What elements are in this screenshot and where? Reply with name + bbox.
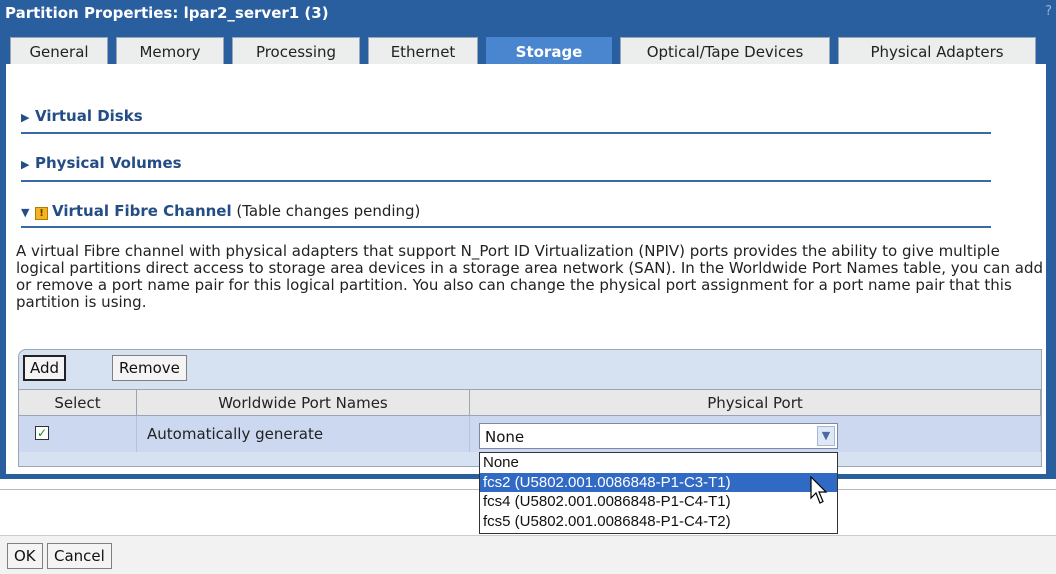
mouse-pointer-icon [810, 476, 828, 504]
column-header-worldwide-port-names[interactable]: Worldwide Port Names [137, 389, 470, 416]
tab-physical-adapters[interactable]: Physical Adapters [838, 37, 1036, 65]
wwpn-table: Add Remove Select Worldwide Port Names P… [18, 349, 1042, 467]
divider [21, 180, 991, 182]
cancel-button[interactable]: Cancel [47, 543, 112, 569]
section-physical-volumes[interactable]: ▶ Physical Volumes [21, 154, 182, 172]
column-header-physical-port[interactable]: Physical Port [470, 389, 1041, 416]
divider [21, 132, 991, 134]
collapse-arrow-icon: ▼ [21, 206, 30, 219]
tab-general[interactable]: General [10, 37, 108, 65]
tab-bar: General Memory Processing Ethernet Stora… [10, 37, 1046, 67]
physical-port-select[interactable]: None ▼ [479, 423, 838, 449]
chevron-down-icon[interactable]: ▼ [817, 426, 835, 446]
physical-port-dropdown-list: None fcs2 (U5802.001.0086848-P1-C3-T1) f… [479, 452, 838, 534]
tab-memory[interactable]: Memory [116, 37, 224, 65]
section-virtual-disks[interactable]: ▶ Virtual Disks [21, 107, 143, 125]
tab-optical-tape-devices[interactable]: Optical/Tape Devices [620, 37, 830, 65]
table-row-wwpn-cell: Automatically generate [137, 416, 470, 452]
help-icon[interactable]: ? [1045, 4, 1052, 19]
dropdown-option-highlighted[interactable]: fcs2 (U5802.001.0086848-P1-C3-T1) [480, 472, 837, 492]
warning-icon: ! [35, 207, 48, 220]
description-text: A virtual Fibre channel with physical ad… [16, 242, 1044, 311]
tab-processing[interactable]: Processing [232, 37, 360, 65]
remove-button[interactable]: Remove [112, 355, 187, 381]
dropdown-option[interactable]: None [480, 453, 837, 473]
dropdown-option[interactable]: fcs5 (U5802.001.0086848-P1-C4-T2) [480, 512, 837, 532]
divider [21, 226, 991, 228]
section-virtual-fibre-channel[interactable]: ▼! Virtual Fibre Channel (Table changes p… [21, 202, 420, 220]
column-header-select[interactable]: Select [19, 389, 137, 416]
pending-note: (Table changes pending) [231, 202, 421, 220]
tab-ethernet[interactable]: Ethernet [368, 37, 478, 65]
tab-storage[interactable]: Storage [486, 37, 612, 67]
window-titlebar: Partition Properties: lpar2_server1 (3) … [0, 0, 1056, 27]
expand-arrow-icon: ▶ [21, 158, 30, 171]
select-checkbox[interactable]: ✓ [35, 426, 49, 440]
dialog-footer: OK Cancel [0, 535, 1056, 574]
ok-button[interactable]: OK [7, 543, 43, 569]
window-title: Partition Properties: lpar2_server1 (3) [5, 4, 329, 22]
expand-arrow-icon: ▶ [21, 111, 30, 124]
dropdown-option[interactable]: fcs4 (U5802.001.0086848-P1-C4-T1) [480, 492, 837, 512]
table-row-select-cell: ✓ [19, 416, 137, 452]
add-button[interactable]: Add [23, 355, 67, 381]
